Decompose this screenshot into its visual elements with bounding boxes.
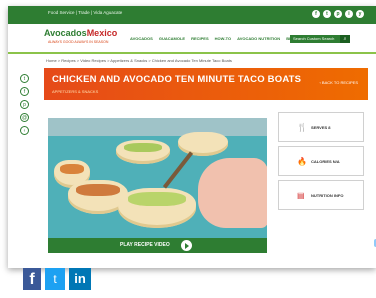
search-icon[interactable]: ⌕ <box>340 35 350 43</box>
logo-tagline: ALWAYS GOOD ALWAYS IN SEASON <box>48 40 109 44</box>
back-to-recipes-link[interactable]: ‹ BACK TO RECIPES <box>319 80 358 85</box>
instagram-icon[interactable]: i <box>345 10 353 18</box>
play-icon[interactable] <box>181 240 192 251</box>
logo-text-mexico: Mexico <box>86 28 118 38</box>
top-links[interactable]: Food Service | Trade | Vida Aguacate <box>48 10 122 15</box>
share-more-icon[interactable]: ‹ <box>20 126 29 135</box>
info-card-serves: 🍴 SERVES 8 <box>278 112 364 142</box>
page-title: CHICKEN AND AVOCADO TEN MINUTE TACO BOAT… <box>52 74 302 85</box>
nutrition-info-link[interactable]: NUTRITION INFO <box>311 193 343 198</box>
play-video-bar[interactable]: PLAY RECIPE VIDEO <box>48 238 267 253</box>
info-card-nutrition[interactable]: ▤ NUTRITION INFO <box>278 180 364 210</box>
share-email-icon[interactable]: @ <box>20 113 29 122</box>
share-pinterest-icon[interactable]: p <box>20 100 29 109</box>
twitter-share-button[interactable]: t <box>45 268 65 290</box>
youtube-icon[interactable]: y <box>356 10 364 18</box>
share-twitter-icon[interactable]: t <box>20 74 29 83</box>
main-nav: AVOCADOS GUACAMOLE RECIPES HOW-TO AVOCAD… <box>130 36 298 41</box>
hand-image <box>198 158 267 228</box>
taco-boat-filling <box>128 192 186 206</box>
nav-avocados[interactable]: AVOCADOS <box>130 36 153 41</box>
share-sidebar: t f p @ ‹ <box>20 74 29 135</box>
search-input[interactable]: Search Custom Search <box>290 35 340 43</box>
breadcrumb[interactable]: Home > Recipes > Video Recipes > Appetiz… <box>46 58 232 63</box>
logo-text-avocados: Avocados <box>44 28 87 38</box>
pinterest-icon[interactable]: p <box>334 10 342 18</box>
flame-icon: 🔥 <box>297 157 307 166</box>
taco-boat-filling <box>60 164 84 174</box>
info-card-calories: 🔥 CALORIES N/A <box>278 146 364 176</box>
nav-guacamole[interactable]: GUACAMOLE <box>159 36 185 41</box>
linkedin-share-button[interactable]: in <box>69 268 91 290</box>
nav-recipes[interactable]: RECIPES <box>191 36 209 41</box>
top-bar: Food Service | Trade | Vida Aguacate f t… <box>8 6 376 24</box>
fork-knife-icon: 🍴 <box>297 123 307 132</box>
taco-boat-image <box>178 132 228 156</box>
top-social-icons: f t p i y <box>312 10 364 18</box>
serves-label: SERVES 8 <box>311 125 331 130</box>
facebook-share-button[interactable]: f <box>23 268 41 290</box>
site-logo[interactable]: AvocadosMexico <box>44 28 117 38</box>
facebook-icon[interactable]: f <box>312 10 320 18</box>
recipe-video[interactable]: PLAY RECIPE VIDEO <box>48 118 267 253</box>
browser-screenshot: Food Service | Trade | Vida Aguacate f t… <box>8 6 376 268</box>
play-video-label[interactable]: PLAY RECIPE VIDEO <box>120 242 170 248</box>
site-header: AvocadosMexico ALWAYS GOOD ALWAYS IN SEA… <box>8 24 376 54</box>
recipe-category[interactable]: APPETIZERS & SNACKS <box>52 89 98 94</box>
taco-boat-filling <box>76 184 120 196</box>
nav-how-to[interactable]: HOW-TO <box>215 36 232 41</box>
nutrition-icon: ▤ <box>297 191 305 200</box>
calories-label: CALORIES N/A <box>311 159 340 164</box>
share-facebook-icon[interactable]: f <box>20 87 29 96</box>
twitter-icon[interactable]: t <box>323 10 331 18</box>
nav-avocado-nutrition[interactable]: AVOCADO NUTRITION <box>237 36 280 41</box>
taco-boat-filling <box>124 143 162 152</box>
recipe-banner: CHICKEN AND AVOCADO TEN MINUTE TACO BOAT… <box>44 68 368 100</box>
